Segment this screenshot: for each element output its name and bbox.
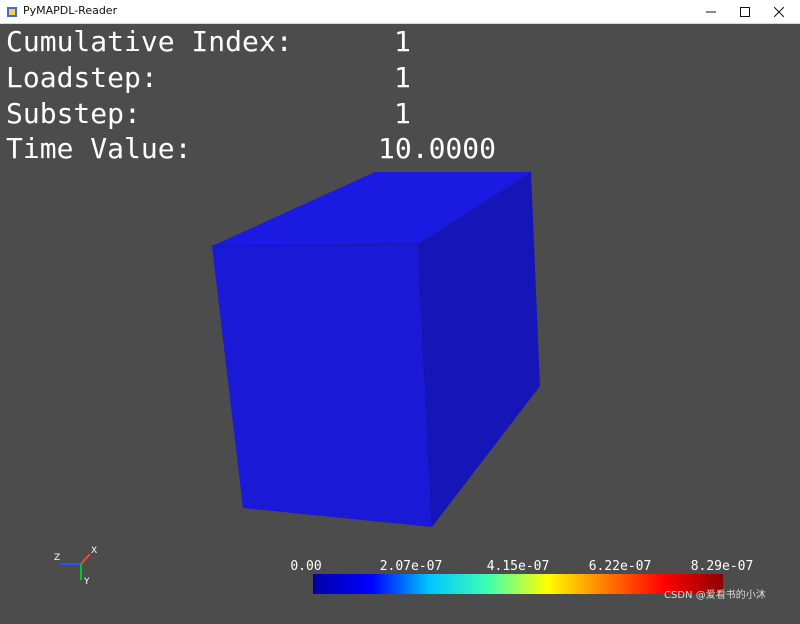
maximize-icon xyxy=(740,7,750,17)
close-button[interactable] xyxy=(762,0,796,24)
minimize-button[interactable] xyxy=(694,0,728,24)
orientation-axes: Z X Y xyxy=(54,546,97,587)
colorbar-tick-4: 8.29e-07 xyxy=(691,559,754,574)
z-axis-label: Z xyxy=(54,553,60,563)
colorbar-tick-3: 6.22e-07 xyxy=(589,559,652,574)
minimize-icon xyxy=(706,11,716,13)
mesh-block[interactable] xyxy=(211,172,540,528)
colorbar-tick-0: 0.00 xyxy=(290,559,321,574)
app-icon xyxy=(7,7,17,17)
watermark: CSDN @爱看书的小沐 xyxy=(664,590,766,601)
render-viewport[interactable]: Cumulative Index: 1 Loadstep: 1 Substep:… xyxy=(0,24,800,624)
y-axis-label: Y xyxy=(83,577,90,587)
colorbar-tick-1: 2.07e-07 xyxy=(380,559,443,574)
app-window: PyMAPDL-Reader Cumulative Index: 1 Loads… xyxy=(0,0,800,624)
scene-canvas: Z X Y 0.00 2.07e-07 4.15e-07 6.22e-07 8.… xyxy=(54,172,754,594)
window-title: PyMAPDL-Reader xyxy=(23,4,118,17)
maximize-button[interactable] xyxy=(728,0,762,24)
close-icon xyxy=(774,7,784,17)
title-bar[interactable]: PyMAPDL-Reader xyxy=(0,0,800,24)
colorbar-gradient xyxy=(313,574,723,594)
x-axis-label: X xyxy=(91,546,97,556)
colorbar-tick-2: 4.15e-07 xyxy=(487,559,550,574)
x-axis-line xyxy=(80,553,91,565)
mesh-front-face xyxy=(212,244,432,527)
